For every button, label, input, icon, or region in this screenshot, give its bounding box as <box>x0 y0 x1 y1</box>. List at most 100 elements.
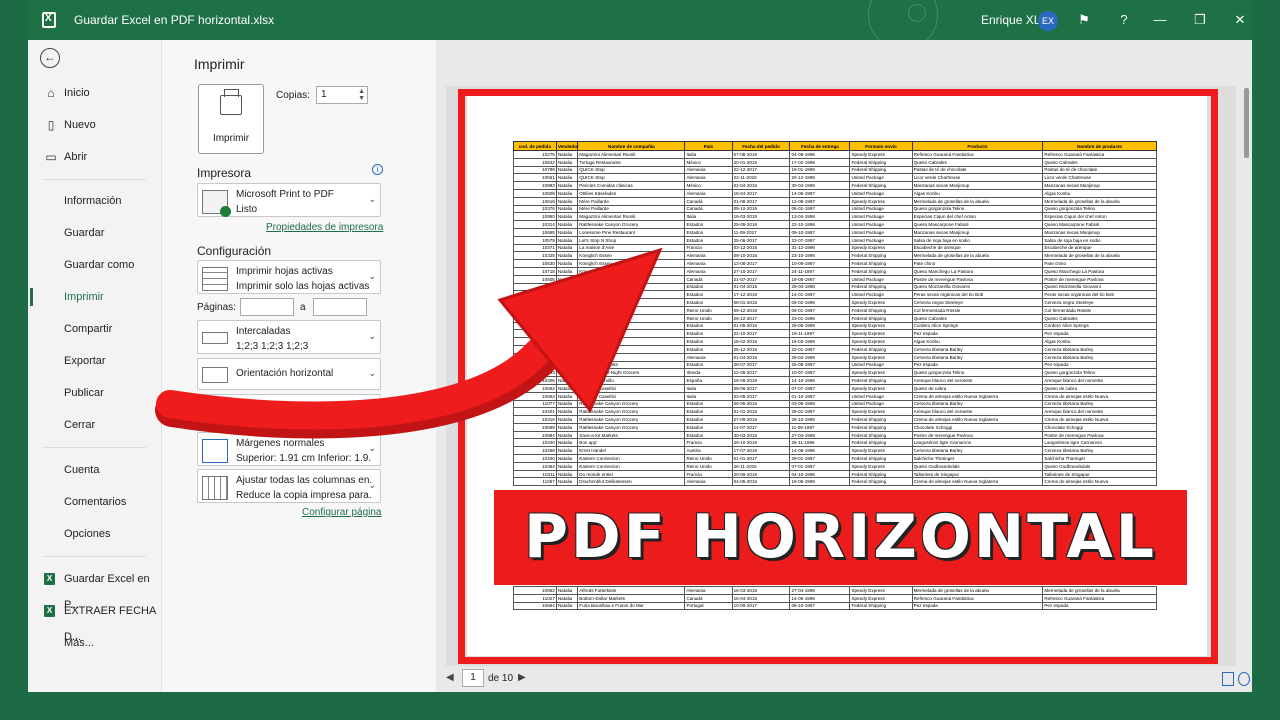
sidebar-item-guardar-como[interactable]: Guardar como <box>28 252 162 278</box>
chevron-down-icon: ⌄ <box>368 271 376 281</box>
document-title: Guardar Excel en PDF horizontal.xlsx <box>74 13 275 27</box>
copies-label: Copias: <box>276 90 310 101</box>
window-border-bottom <box>0 692 1280 720</box>
copies-value: 1 <box>321 89 327 100</box>
print-button-label: Imprimir <box>212 133 250 144</box>
sidebar-item-label: Inicio <box>64 87 90 99</box>
backstage-sidebar: ← ⌂ Inicio ▯ Nuevo ▭ Abrir Información G… <box>28 40 162 692</box>
orientation-dropdown[interactable]: Orientación horizontal ⌄ <box>197 358 381 390</box>
zoom-to-page-icon[interactable] <box>1238 672 1250 686</box>
sidebar-item-nuevo[interactable]: ▯ Nuevo <box>28 112 162 138</box>
sidebar-item-label: Comentarios <box>64 496 127 508</box>
margins-icon <box>202 439 228 463</box>
maximize-button[interactable]: ❐ <box>1190 10 1210 30</box>
close-button[interactable]: ✕ <box>1230 10 1250 30</box>
copies-input[interactable]: 1 ▲ ▼ <box>316 86 368 104</box>
show-margins-icon[interactable] <box>1222 672 1234 686</box>
sidebar-item-label: Abrir <box>64 151 88 163</box>
sidebar-item-recent-file-2[interactable]: X EXTRAER FECHA D... <box>28 598 162 643</box>
paper-size-dropdown[interactable]: Carta 21.59 cm x 27.94 cm ⌄ <box>197 394 381 428</box>
sidebar-separator <box>42 447 146 448</box>
info-icon[interactable]: i <box>372 164 383 175</box>
preview-scrollbar[interactable] <box>1244 88 1249 158</box>
sidebar-item-label: Opciones <box>64 528 111 540</box>
print-button[interactable]: Imprimir <box>198 84 264 154</box>
printer-properties-link[interactable]: Propiedades de impresora <box>266 222 383 233</box>
sidebar-item-comentarios[interactable]: Comentarios <box>28 489 162 515</box>
paper-icon <box>202 401 222 425</box>
chevron-down-icon: ⌄ <box>368 194 376 204</box>
landscape-page-icon <box>202 367 228 383</box>
configuration-heading: Configuración <box>197 244 272 258</box>
sidebar-item-informacion[interactable]: Información <box>28 188 162 214</box>
spinner-icon[interactable]: ▲ ▼ <box>358 88 365 102</box>
chevron-down-icon: ⌄ <box>368 331 376 341</box>
scaling-desc: Reduce la copia impresa para... <box>236 490 372 501</box>
print-what-desc: Imprimir solo las hojas activas <box>236 281 370 292</box>
sidebar-item-inicio[interactable]: ⌂ Inicio <box>28 80 162 106</box>
collate-dropdown[interactable]: Intercaladas 1;2;3 1;2;3 1;2;3 ⌄ <box>197 320 381 354</box>
sidebar-item-guardar[interactable]: Guardar <box>28 220 162 246</box>
sidebar-item-recent-file-1[interactable]: X Guardar Excel en P... <box>28 566 162 611</box>
sidebar-item-abrir[interactable]: ▭ Abrir <box>28 144 162 170</box>
user-avatar[interactable]: EX <box>1038 11 1058 31</box>
pages-from-input[interactable] <box>240 298 294 316</box>
scaling-label: Ajustar todas las columnas en... <box>236 475 372 486</box>
margins-label: Márgenes normales <box>236 438 325 449</box>
margins-dropdown[interactable]: Márgenes normales Superior: 1.91 cm Infe… <box>197 432 381 466</box>
sidebar-item-label: Nuevo <box>64 119 96 131</box>
excel-app-icon <box>42 12 56 28</box>
printer-dropdown[interactable]: Microsoft Print to PDF Listo ⌄ <box>197 183 381 217</box>
sidebar-item-label: Más... <box>64 637 94 649</box>
sidebar-item-exportar[interactable]: Exportar <box>28 348 162 374</box>
chevron-down-icon: ⌄ <box>368 405 376 415</box>
page-title: Imprimir <box>194 56 245 72</box>
sidebar-item-label: Cerrar <box>64 419 96 431</box>
print-what-dropdown[interactable]: Imprimir hojas activas Imprimir solo las… <box>197 260 381 294</box>
sidebar-item-mas[interactable]: Más... <box>28 630 162 656</box>
scaling-dropdown[interactable]: Ajustar todas las columnas en... Reduce … <box>197 469 381 503</box>
sidebar-item-label: Compartir <box>64 323 113 335</box>
sidebar-item-label: Publicar <box>64 387 104 399</box>
help-button[interactable]: ? <box>1114 10 1134 30</box>
sidebar-item-label: Imprimir <box>64 291 104 303</box>
sidebar-separator <box>42 179 146 180</box>
chevron-down-icon: ⌄ <box>368 368 376 378</box>
sidebar-item-opciones[interactable]: Opciones <box>28 521 162 547</box>
sidebar-item-label: Cuenta <box>64 464 100 476</box>
title-banner: PDF HORIZONTAL <box>494 490 1187 585</box>
decorative-circle <box>908 4 926 22</box>
print-settings-panel: Imprimir Imprimir Copias: 1 ▲ ▼ Impresora… <box>162 40 436 692</box>
sidebar-item-label: Exportar <box>64 355 106 367</box>
margins-desc: Superior: 1.91 cm Inferior: 1.9... <box>236 453 372 464</box>
orientation-label: Orientación horizontal <box>236 368 334 379</box>
pages-to-label: a <box>300 302 306 313</box>
pages-label: Páginas: <box>197 302 236 313</box>
sidebar-item-label: Información <box>64 195 122 207</box>
minimize-button[interactable]: — <box>1150 10 1170 30</box>
sidebar-item-label: Guardar <box>64 227 105 239</box>
printer-icon <box>220 89 242 115</box>
sidebar-item-publicar[interactable]: Publicar <box>28 380 162 406</box>
sidebar-item-compartir[interactable]: Compartir <box>28 316 162 342</box>
collate-icon <box>202 332 228 344</box>
paper-size-desc: 21.59 cm x 27.94 cm <box>236 415 329 426</box>
collate-label: Intercaladas <box>236 326 291 337</box>
paper-size-label: Carta <box>236 400 261 411</box>
pages-to-input[interactable] <box>313 298 367 316</box>
previous-page-icon[interactable]: ◀ <box>446 672 454 683</box>
page-setup-link[interactable]: Configurar página <box>302 507 382 518</box>
next-page-icon[interactable]: ▶ <box>518 672 526 683</box>
coauthoring-icon[interactable]: ⚑ <box>1074 10 1094 30</box>
printer-status: Listo <box>236 204 258 215</box>
chevron-down-icon: ⌄ <box>368 443 376 453</box>
sidebar-item-cuenta[interactable]: Cuenta <box>28 457 162 483</box>
sidebar-separator <box>42 556 146 557</box>
sidebar-item-imprimir[interactable]: Imprimir <box>28 284 162 310</box>
window-border-left <box>0 0 28 720</box>
new-document-icon: ▯ <box>47 118 55 132</box>
current-page-input[interactable]: 1 <box>462 669 484 687</box>
back-arrow-icon[interactable]: ← <box>40 48 60 68</box>
fit-columns-icon <box>202 476 228 500</box>
sidebar-item-cerrar[interactable]: Cerrar <box>28 412 162 438</box>
